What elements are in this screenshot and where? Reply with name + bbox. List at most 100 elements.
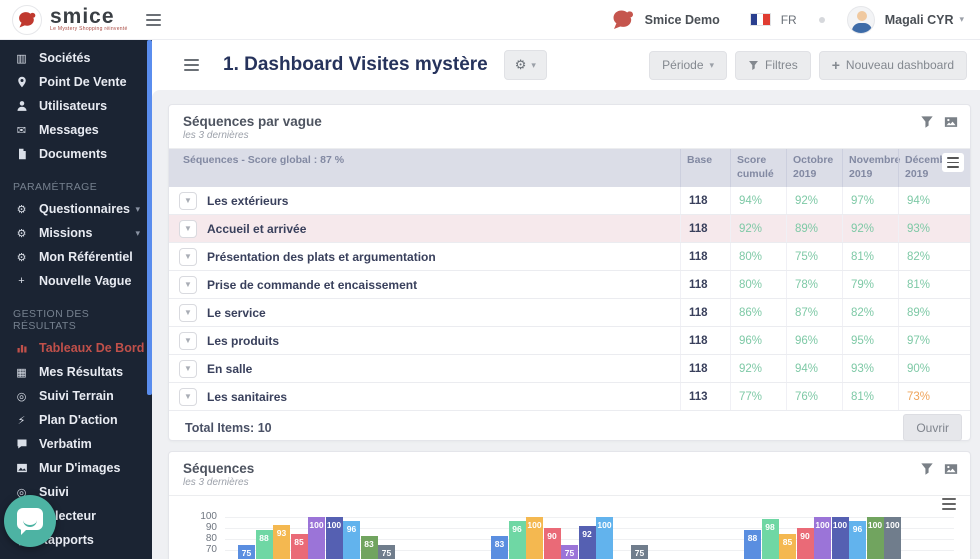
chart-bar-g2-6[interactable]: 92	[579, 526, 596, 559]
score-value: 92%	[842, 215, 898, 242]
column-sequences[interactable]: Séquences - Score global : 87 %	[169, 149, 680, 187]
chart-bar-g1-8[interactable]: 83	[361, 536, 378, 559]
chart-bar-g3-1[interactable]: 88	[744, 530, 761, 559]
table-row-en-salle[interactable]: ▼En salle11892%94%93%90%	[169, 355, 970, 383]
chart-bar-g3-5[interactable]: 100	[814, 517, 831, 559]
sidebar-item-verbatim[interactable]: Verbatim	[0, 432, 152, 456]
dashboard-settings-button[interactable]: ⚙▾	[504, 50, 547, 80]
expand-row-button[interactable]: ▼	[179, 220, 197, 238]
user-avatar[interactable]	[847, 6, 875, 34]
chevron-down-icon: ▾	[959, 14, 964, 25]
sidebar-item-documents[interactable]: Documents	[0, 142, 152, 166]
dashboard-menu-icon[interactable]	[184, 59, 199, 71]
bar-value-label: 83	[361, 536, 378, 549]
chart-bar-g3-6[interactable]: 100	[832, 517, 849, 559]
smice-logo[interactable]: smice Le Mystery Shopping réinventé	[12, 5, 128, 35]
chart-bar-g2-2[interactable]: 96	[509, 521, 526, 559]
chart-bar-g3-4[interactable]: 90	[797, 528, 814, 559]
chart-bar-g1-7[interactable]: 96	[343, 521, 360, 559]
chat-widget-button[interactable]	[4, 495, 56, 547]
chart-bar-g2-4[interactable]: 90	[544, 528, 561, 559]
sidebar-item-plan-d-action[interactable]: ⚡Plan D'action	[0, 408, 152, 432]
expand-row-button[interactable]: ▼	[179, 248, 197, 266]
table-menu-button[interactable]	[942, 153, 964, 172]
language-code[interactable]: FR	[781, 13, 797, 27]
chart-bar-g1-5[interactable]: 100	[308, 517, 325, 559]
bar-value-label: 90	[544, 528, 561, 541]
score-value: 94%	[730, 187, 786, 214]
cog-icon: ⚙	[13, 203, 30, 216]
french-flag-icon[interactable]	[750, 13, 771, 26]
sidebar-item-mon-referentiel[interactable]: ⚙Mon Référentiel	[0, 245, 152, 269]
chart-bar-g2-1[interactable]: 83	[491, 536, 508, 559]
table-row-prise-de-commande-et-encaissement[interactable]: ▼Prise de commande et encaissement11880%…	[169, 271, 970, 299]
sidebar-item-label: Suivi Terrain	[39, 389, 114, 403]
filter-icon[interactable]	[920, 115, 934, 129]
table-row-les-exterieurs[interactable]: ▼Les extérieurs11894%92%97%94%	[169, 187, 970, 215]
sidebar-item-mur-d-images[interactable]: Mur D'images	[0, 456, 152, 480]
sidebar-item-label: Questionnaires	[39, 202, 130, 216]
sequence-label: En salle	[207, 362, 252, 376]
chart-bar-g1-2[interactable]: 88	[256, 530, 273, 559]
smice-dashboard-app: smice Le Mystery Shopping réinventé Smic…	[0, 0, 980, 559]
chart-bar-g2-7[interactable]: 100	[596, 517, 613, 559]
brand-tagline: Le Mystery Shopping réinventé	[50, 26, 128, 32]
user-name[interactable]: Magali CYR	[885, 13, 954, 27]
chart-bar-g1-3[interactable]: 93	[273, 525, 290, 559]
chart-bar-g1-4[interactable]: 85	[291, 534, 308, 559]
column-score-cumule[interactable]: Score cumulé	[730, 149, 786, 187]
column-octobre-2019[interactable]: Octobre 2019	[786, 149, 842, 187]
chart-bar-g1-1[interactable]: 75	[238, 545, 255, 559]
sidebar-item-questionnaires[interactable]: ⚙Questionnaires▾	[0, 197, 152, 221]
expand-row-button[interactable]: ▼	[179, 388, 197, 406]
chart-bar-g1-9[interactable]: 75	[378, 545, 395, 559]
ouvrir-button[interactable]: Ouvrir	[903, 414, 962, 441]
sidebar-item-utilisateurs[interactable]: Utilisateurs	[0, 94, 152, 118]
chart-bar-g1-6[interactable]: 100	[326, 517, 343, 559]
sidebar-item-suivi-terrain[interactable]: ◎Suivi Terrain	[0, 384, 152, 408]
sidebar-toggle-icon[interactable]	[146, 14, 161, 26]
chart-bar-g3-3[interactable]: 85	[779, 534, 796, 559]
chart-bar-g2-3[interactable]: 100	[526, 517, 543, 559]
table-row-les-produits[interactable]: ▼Les produits11896%96%95%97%	[169, 327, 970, 355]
chart-bar-g2-9[interactable]: 75	[631, 545, 648, 559]
sidebar-scrollbar[interactable]	[147, 40, 152, 395]
score-value: 82%	[842, 299, 898, 326]
sidebar-item-mes-resultats[interactable]: ▦Mes Résultats	[0, 360, 152, 384]
sidebar-item-missions[interactable]: ⚙Missions▾	[0, 221, 152, 245]
table-row-les-sanitaires[interactable]: ▼Les sanitaires11377%76%81%73%	[169, 383, 970, 411]
score-value: 80%	[730, 243, 786, 270]
export-image-icon[interactable]	[944, 462, 958, 476]
chart-bar-g3-9[interactable]: 100	[884, 517, 901, 559]
periode-button[interactable]: Période▾	[649, 51, 727, 80]
expand-row-button[interactable]: ▼	[179, 304, 197, 322]
export-image-icon[interactable]	[944, 115, 958, 129]
column-novembre-2019[interactable]: Novembre 2019	[842, 149, 898, 187]
expand-row-button[interactable]: ▼	[179, 332, 197, 350]
sidebar-item-point-de-vente[interactable]: Point De Vente	[0, 70, 152, 94]
sidebar-item-tableaux-de-bord[interactable]: Tableaux De Bord	[0, 336, 152, 360]
table-row-le-service[interactable]: ▼Le service11886%87%82%89%	[169, 299, 970, 327]
table-row-presentation-des-plats-et-argumentation[interactable]: ▼Présentation des plats et argumentation…	[169, 243, 970, 271]
account-name[interactable]: Smice Demo	[645, 13, 720, 27]
sidebar-item-messages[interactable]: ✉Messages	[0, 118, 152, 142]
chart-bar-g3-2[interactable]: 98	[762, 519, 779, 559]
table-row-accueil-et-arrivee[interactable]: ▼Accueil et arrivée11892%89%92%93%	[169, 215, 970, 243]
table-body: ▼Les extérieurs11894%92%97%94%▼Accueil e…	[169, 187, 970, 411]
filtres-button[interactable]: Filtres	[735, 51, 811, 80]
expand-row-button[interactable]: ▼	[179, 192, 197, 210]
nouveau-dashboard-button[interactable]: +Nouveau dashboard	[819, 51, 967, 80]
sidebar-item-label: Plan D'action	[39, 413, 118, 427]
chart-bar-g3-8[interactable]: 100	[867, 517, 884, 559]
column-base[interactable]: Base	[680, 149, 730, 187]
sidebar-item-nouvelle-vague[interactable]: +Nouvelle Vague	[0, 269, 152, 293]
sidebar-item-societes[interactable]: ▥Sociétés	[0, 46, 152, 70]
chart-bar-g2-5[interactable]: 75	[561, 545, 578, 559]
y-axis-tick: 90	[177, 522, 217, 533]
expand-row-button[interactable]: ▼	[179, 276, 197, 294]
filter-icon[interactable]	[920, 462, 934, 476]
chart-bar-g3-7[interactable]: 96	[849, 521, 866, 559]
card-title: Séquences par vague	[183, 114, 956, 129]
expand-row-button[interactable]: ▼	[179, 360, 197, 378]
bar-chart-icon	[13, 342, 30, 354]
